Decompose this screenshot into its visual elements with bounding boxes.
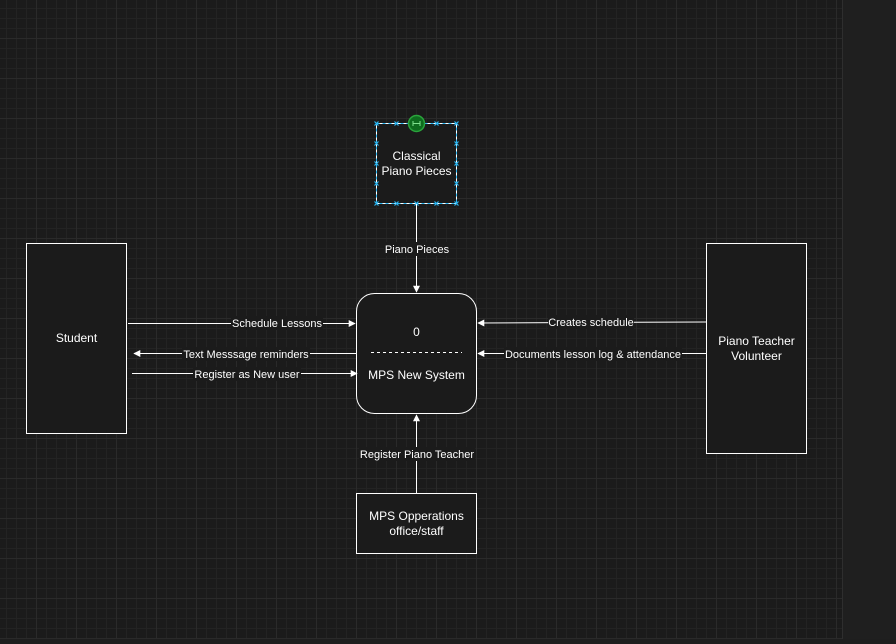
rotate-handle[interactable] [407, 114, 426, 133]
teacher-label-line2: Volunteer [731, 349, 782, 363]
student-entity[interactable]: Student [26, 243, 127, 434]
operations-entity[interactable]: MPS Opperations office/staff [356, 493, 477, 554]
svg-text:Piano Pieces: Piano Pieces [385, 244, 450, 256]
svg-text:Creates schedule: Creates schedule [548, 317, 634, 329]
diagram-svg: Student Piano Teacher Volunteer MPS Oppe… [26, 114, 807, 554]
flow-label-text-reminders[interactable]: Text Messsage reminders [182, 347, 310, 361]
flow-label-register-new-user[interactable]: Register as New user [193, 367, 301, 381]
student-label: Student [56, 331, 98, 345]
operations-label-line2: office/staff [389, 524, 444, 538]
svg-text:Documents lesson log & attenda: Documents lesson log & attendance [505, 349, 681, 361]
flow-label-piano-pieces[interactable]: Piano Pieces [384, 242, 450, 256]
process-number: 0 [413, 325, 420, 339]
pieces-label-line1: Classical [392, 149, 440, 163]
flow-label-schedule-lessons[interactable]: Schedule Lessons [231, 316, 323, 330]
svg-text:Register as New user: Register as New user [194, 369, 299, 381]
teacher-label-line1: Piano Teacher [718, 334, 795, 348]
teacher-entity[interactable]: Piano Teacher Volunteer [706, 243, 807, 454]
svg-text:Text Messsage reminders: Text Messsage reminders [183, 349, 309, 361]
side-panel-edge [842, 0, 896, 639]
svg-text:Register Piano Teacher: Register Piano Teacher [360, 449, 474, 461]
svg-text:Schedule Lessons: Schedule Lessons [232, 318, 322, 330]
process-name: MPS New System [368, 368, 465, 382]
diagram-canvas[interactable]: Student Piano Teacher Volunteer MPS Oppe… [0, 0, 842, 639]
flow-label-documents-lesson[interactable]: Documents lesson log & attendance [504, 347, 682, 361]
flow-label-register-teacher[interactable]: Register Piano Teacher [359, 447, 475, 461]
piano-pieces-entity[interactable]: Classical Piano Pieces [374, 114, 459, 206]
pieces-label-line2: Piano Pieces [381, 164, 451, 178]
process-mps-new-system[interactable]: 0 MPS New System [356, 293, 477, 414]
flow-label-creates-schedule[interactable]: Creates schedule [548, 315, 634, 329]
operations-label-line1: MPS Opperations [369, 509, 464, 523]
